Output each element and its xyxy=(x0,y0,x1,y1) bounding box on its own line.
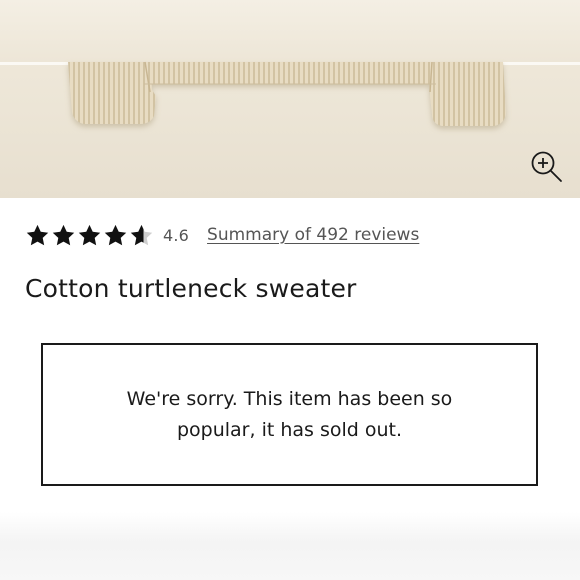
zoom-in-icon xyxy=(531,151,562,182)
product-title: Cotton turtleneck sweater xyxy=(25,274,357,303)
star-icon xyxy=(26,224,49,245)
bottom-fade xyxy=(0,512,580,580)
star-icon xyxy=(78,224,101,245)
zoom-button[interactable] xyxy=(528,148,566,186)
star-rating xyxy=(25,223,155,248)
product-image[interactable] xyxy=(0,0,580,198)
rating-value: 4.6 xyxy=(163,225,190,245)
product-page: 4.6 Summary of 492 reviews Cotton turtle… xyxy=(0,0,580,580)
star-icon xyxy=(104,224,127,245)
star-partial-icon xyxy=(130,224,153,245)
sweater-image xyxy=(68,61,506,126)
star-icon xyxy=(52,224,75,245)
rating-row: 4.6 Summary of 492 reviews xyxy=(25,222,419,248)
sold-out-notice: We're sorry. This item has been so popul… xyxy=(41,343,538,486)
sold-out-message: We're sorry. This item has been so popul… xyxy=(126,387,453,441)
reviews-summary-link[interactable]: Summary of 492 reviews xyxy=(207,225,419,245)
